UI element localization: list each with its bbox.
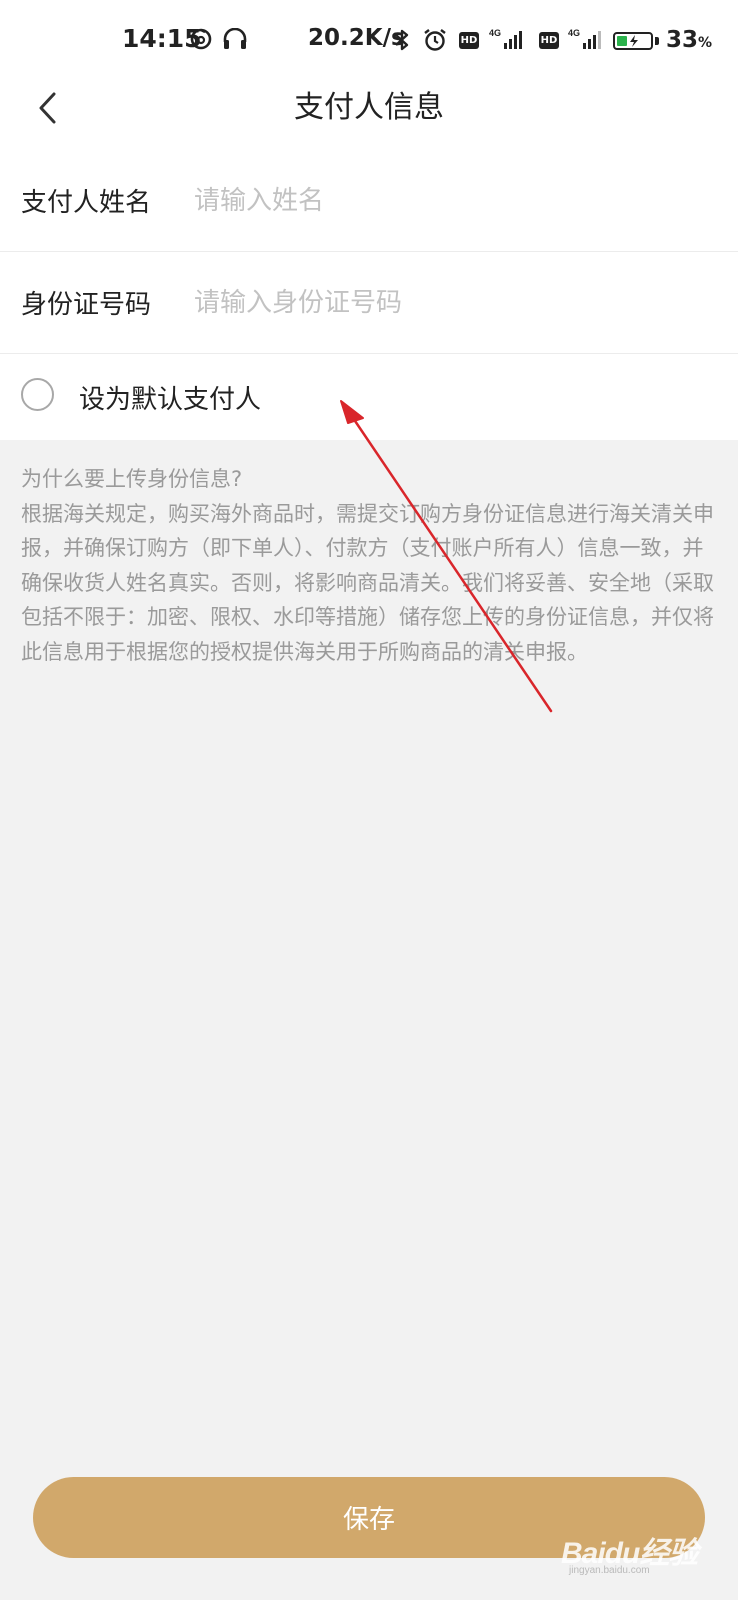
id-number-row: 身份证号码: [0, 252, 738, 354]
battery-percentage: 33%: [666, 27, 713, 53]
payer-info-page: 14:15 20.2K/s HD 4G HD 4G 33% 支付人信息 支付人姓…: [0, 0, 738, 1600]
name-label: 支付人姓名: [21, 188, 152, 218]
payer-form: 支付人姓名 身份证号码 设为默认支付人: [0, 150, 738, 440]
hd-badge-1: HD: [459, 32, 479, 49]
alarm-clock-icon: [423, 28, 447, 57]
battery-tip: [655, 37, 659, 45]
id-number-input[interactable]: [194, 287, 718, 318]
id-number-label: 身份证号码: [21, 290, 152, 320]
radio-unchecked-icon[interactable]: [21, 378, 54, 411]
battery-icon: [613, 32, 653, 50]
bluetooth-icon: [393, 28, 411, 57]
headphones-icon: [222, 27, 248, 55]
set-default-payer-row[interactable]: 设为默认支付人: [0, 354, 738, 440]
netease-music-icon: [190, 28, 212, 55]
set-default-payer-label: 设为默认支付人: [79, 384, 262, 415]
network-speed: 20.2K/s: [308, 25, 405, 51]
info-body: 根据海关规定，购买海外商品时，需提交订购方身份证信息进行海关清关申报，并确保订购…: [21, 501, 714, 664]
signal-strength-icon-1: 4G: [489, 27, 527, 51]
status-bar: 14:15 20.2K/s HD 4G HD 4G 33%: [0, 0, 738, 86]
svg-text:4G: 4G: [568, 28, 580, 38]
battery-fill: [617, 36, 628, 46]
signal-strength-icon-2: 4G: [568, 27, 606, 51]
page-title: 支付人信息: [294, 90, 444, 125]
name-row: 支付人姓名: [0, 150, 738, 252]
id-info-explanation: 为什么要上传身份信息? 根据海关规定，购买海外商品时，需提交订购方身份证信息进行…: [21, 462, 721, 669]
watermark-subtext: jingyan.baidu.com: [569, 1565, 650, 1576]
info-question: 为什么要上传身份信息?: [21, 467, 243, 491]
name-input[interactable]: [194, 185, 718, 216]
svg-text:4G: 4G: [489, 28, 501, 38]
hd-badge-2: HD: [539, 32, 559, 49]
baidu-jingyan-watermark: Baidu经验 jingyan.baidu.com: [561, 1524, 731, 1584]
